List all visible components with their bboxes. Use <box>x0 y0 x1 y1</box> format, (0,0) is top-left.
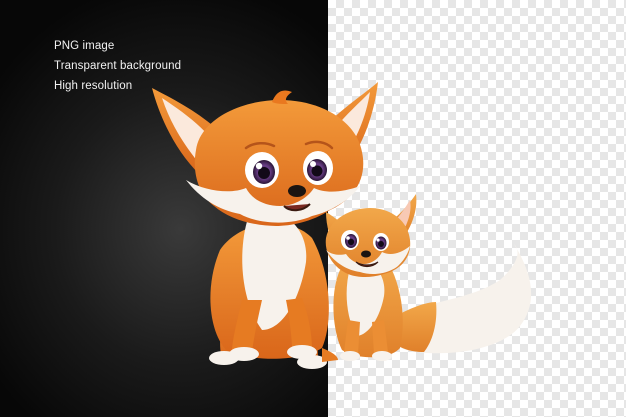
fox-illustration <box>152 82 532 369</box>
small-fox <box>325 194 532 361</box>
big-fox-tail-stub <box>322 348 338 362</box>
preview-image: PNG image Transparent background High re… <box>0 0 626 417</box>
